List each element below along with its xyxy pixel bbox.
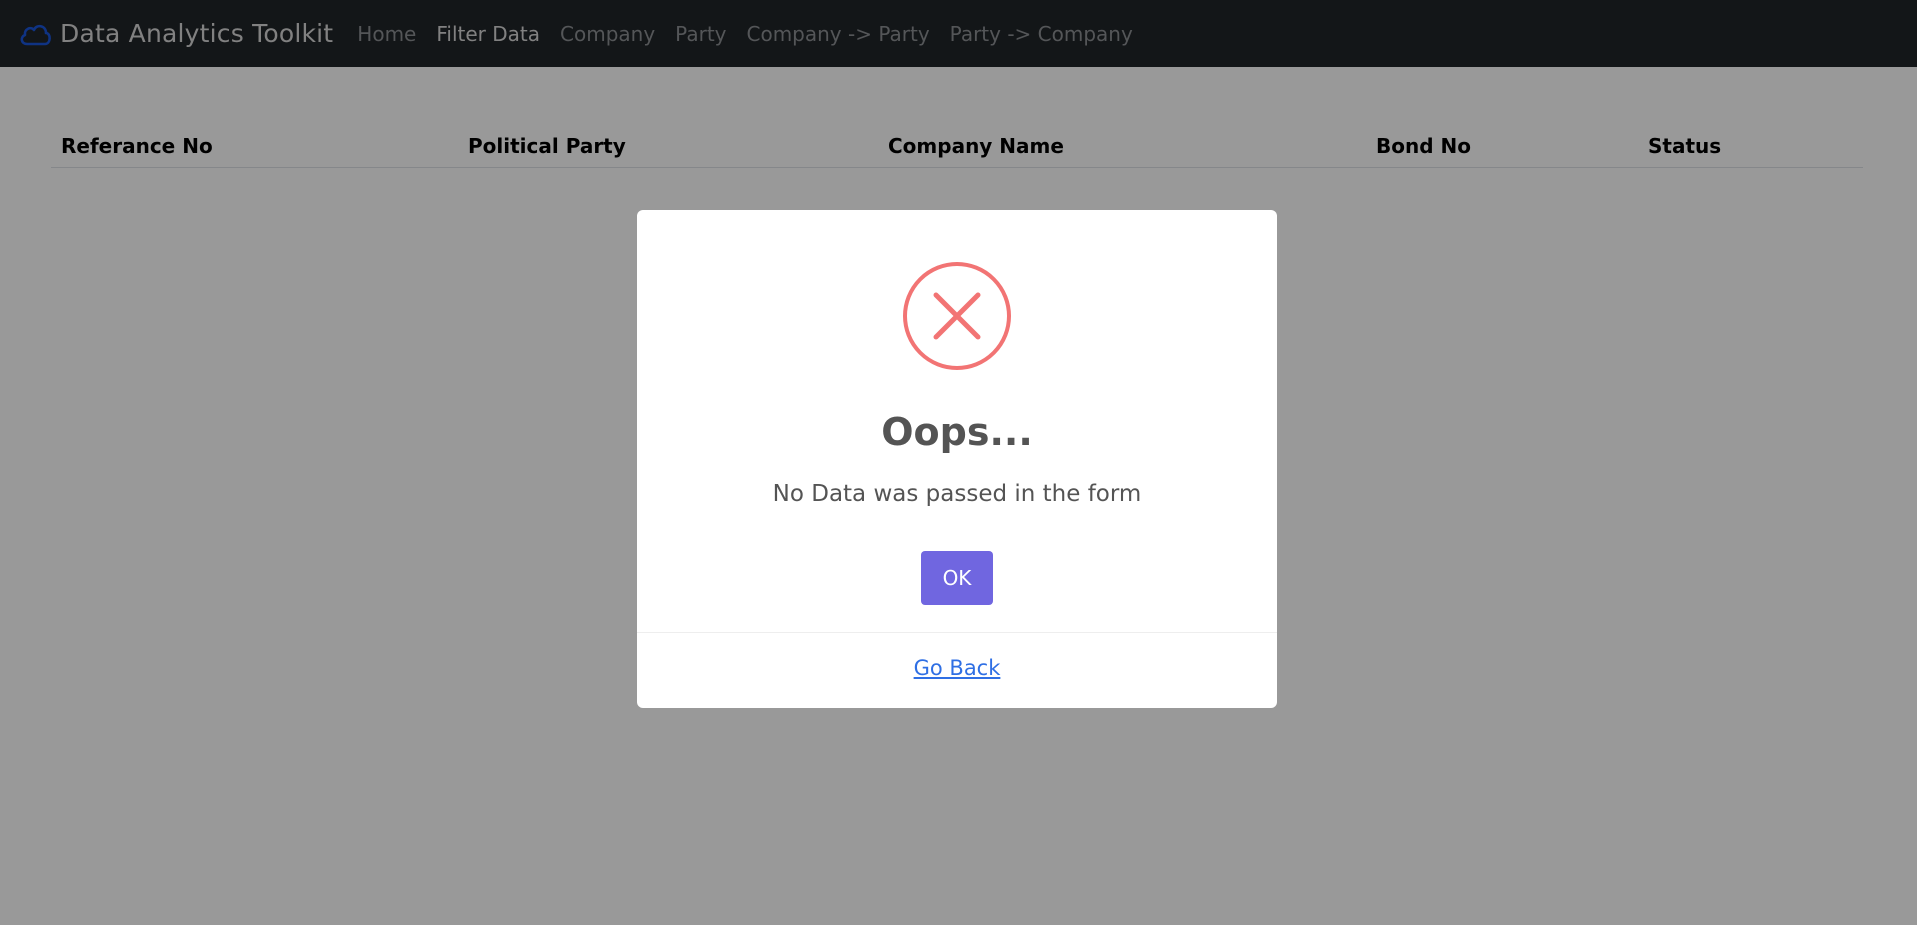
error-dialog: Oops... No Data was passed in the form O…	[637, 210, 1277, 708]
dialog-footer-divider	[637, 632, 1277, 633]
error-x-icon	[901, 260, 1013, 372]
dialog-title: Oops...	[881, 410, 1033, 454]
dialog-message: No Data was passed in the form	[772, 481, 1142, 507]
page: Data Analytics Toolkit Home Filter Data …	[0, 0, 1917, 925]
ok-button[interactable]: OK	[921, 551, 993, 605]
go-back-link[interactable]: Go Back	[637, 656, 1277, 680]
